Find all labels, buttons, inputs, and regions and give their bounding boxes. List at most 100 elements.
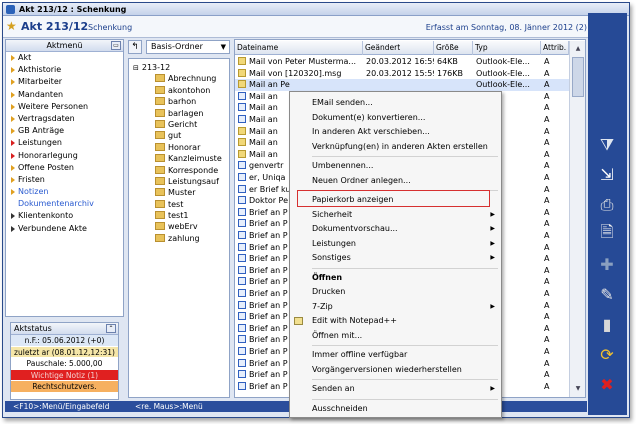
- scroll-thumb[interactable]: [572, 57, 584, 97]
- tree-folder[interactable]: Kanzleimuste: [129, 153, 229, 164]
- tree-folder[interactable]: Abrechnung: [129, 73, 229, 84]
- edit-icon[interactable]: ✎: [596, 285, 618, 305]
- column-header[interactable]: Typ: [473, 41, 541, 55]
- file-attr-cell: A: [544, 80, 550, 90]
- star-icon[interactable]: ★: [6, 19, 17, 33]
- context-menu-item[interactable]: Verknüpfung(en) in anderen Akten erstell…: [290, 140, 501, 154]
- column-header[interactable]: Attrib.: [541, 41, 569, 55]
- menu-item[interactable]: Verbundene Akte: [6, 223, 123, 235]
- close-icon[interactable]: ✖: [596, 375, 618, 395]
- tree-folder[interactable]: barlagen: [129, 108, 229, 119]
- tree-folder[interactable]: Korresponde: [129, 165, 229, 176]
- context-menu-item[interactable]: Drucken: [290, 285, 501, 299]
- context-menu-item[interactable]: Leistungen ▶: [290, 237, 501, 251]
- menu-item-label: Weitere Personen: [18, 101, 89, 111]
- tree-folder[interactable]: barhon: [129, 96, 229, 107]
- menu-separator: [312, 156, 498, 157]
- context-menu-item[interactable]: Öffnen: [290, 271, 501, 285]
- file-row[interactable]: Mail von Peter Musterma... 20.03.2012 16:…: [235, 56, 569, 68]
- file-row[interactable]: Mail an Pe Outlook-Ele... A: [235, 79, 569, 91]
- menu-item-label: Vertragsdaten: [18, 113, 75, 123]
- tree-folder[interactable]: Muster: [129, 187, 229, 198]
- menu-item[interactable]: Fristen: [6, 174, 123, 186]
- context-menu-item[interactable]: EMail senden...: [290, 96, 501, 110]
- menu-item[interactable]: GB Anträge: [6, 125, 123, 137]
- add-icon[interactable]: ✚: [596, 255, 618, 275]
- context-menu-label: Vorgängerversionen wiederherstellen: [312, 364, 462, 374]
- scroll-down-icon[interactable]: ▼: [572, 383, 584, 395]
- menu-item[interactable]: Dokumentenarchiv: [6, 198, 123, 210]
- folder-icon: [155, 233, 165, 242]
- file-name: Mail an: [249, 115, 278, 124]
- menu-item[interactable]: Offene Posten: [6, 162, 123, 174]
- context-menu-item[interactable]: Immer offline verfügbar: [290, 348, 501, 362]
- vertical-scrollbar[interactable]: ▲ ▼: [569, 41, 585, 397]
- delete-icon[interactable]: ▮: [596, 315, 618, 335]
- menu-separator: [312, 398, 498, 400]
- context-menu-item[interactable]: Senden an ▶: [290, 382, 501, 396]
- context-menu-item[interactable]: Sicherheit ▶: [290, 208, 501, 222]
- file-changed-cell: 20.03.2012 16:59: [366, 57, 434, 66]
- folder-toolbar: ↰ Basis-Ordner ▼: [128, 39, 230, 56]
- file-name-cell: Mail an Pe: [238, 79, 363, 90]
- context-menu-label: Öffnen: [312, 272, 343, 282]
- menu-item[interactable]: Notizen: [6, 186, 123, 198]
- menu-item[interactable]: Klientenkonto: [6, 210, 123, 222]
- folder-icon: [155, 74, 165, 83]
- word-file-icon: [238, 381, 246, 390]
- column-header[interactable]: Größe: [434, 41, 473, 55]
- menu-item[interactable]: Honorarlegung: [6, 150, 123, 162]
- tree-folder[interactable]: Gericht: [129, 119, 229, 130]
- column-header[interactable]: Dateiname: [235, 41, 363, 55]
- context-menu-item[interactable]: In anderen Akt verschieben...: [290, 125, 501, 139]
- collapse-icon[interactable]: ⊟: [133, 64, 139, 72]
- folder-icon: [155, 199, 165, 208]
- context-menu-item[interactable]: Öffnen mit...: [290, 329, 501, 343]
- column-header[interactable]: Geändert: [363, 41, 434, 55]
- context-menu-item[interactable]: Neuen Ordner anlegen...: [290, 174, 501, 188]
- collapse-button[interactable]: ⌃: [106, 324, 116, 333]
- tree-folder[interactable]: test: [129, 199, 229, 210]
- context-menu-item[interactable]: Dokumentvorschau... ▶: [290, 222, 501, 236]
- tree-folder[interactable]: Leistungsauf: [129, 176, 229, 187]
- print-icon[interactable]: ⎙: [596, 195, 618, 215]
- menu-item[interactable]: Mitarbeiter: [6, 76, 123, 88]
- word-file-icon: [238, 219, 246, 228]
- word-file-icon: [238, 242, 246, 251]
- scroll-up-icon[interactable]: ▲: [572, 43, 584, 55]
- refresh-icon[interactable]: ⟳: [596, 345, 618, 365]
- file-name-cell: Mail von Peter Musterma...: [238, 56, 363, 67]
- menu-item[interactable]: Weitere Personen: [6, 101, 123, 113]
- folder-label: Leistungsauf: [168, 176, 219, 186]
- menu-item[interactable]: Akthistorie: [6, 64, 123, 76]
- filter-icon[interactable]: ⧩: [596, 135, 618, 155]
- menu-item[interactable]: Vertragsdaten: [6, 113, 123, 125]
- submenu-arrow-icon: ▶: [490, 385, 495, 392]
- tree-folder[interactable]: gut: [129, 130, 229, 141]
- menu-item[interactable]: Akt: [6, 52, 123, 64]
- document-icon[interactable]: 🗎: [596, 222, 618, 242]
- tree-folder[interactable]: zahlung: [129, 233, 229, 244]
- akt-subject: Schenkung: [88, 23, 133, 32]
- context-menu-item[interactable]: Sonstiges ▶: [290, 251, 501, 265]
- menu-item[interactable]: Leistungen: [6, 137, 123, 149]
- panel-toggle-button[interactable]: ▭: [111, 41, 121, 50]
- folder-label: Gericht: [168, 119, 198, 129]
- context-menu-item[interactable]: Ausschneiden: [290, 402, 501, 416]
- menu-item[interactable]: Mandanten: [6, 89, 123, 101]
- folder-up-button[interactable]: ↰: [128, 40, 142, 54]
- export-icon[interactable]: ⇲: [596, 165, 618, 185]
- context-menu-item[interactable]: Vorgängerversionen wiederherstellen: [290, 363, 501, 377]
- base-folder-select[interactable]: Basis-Ordner ▼: [146, 40, 230, 54]
- tree-folder[interactable]: Honorar: [129, 142, 229, 153]
- context-menu-item[interactable]: 7-Zip ▶: [290, 300, 501, 314]
- file-name: Mail von [120320].msg: [249, 68, 342, 78]
- file-row[interactable]: Mail von [120320].msg 20.03.2012 15:59 176…: [235, 68, 569, 80]
- tree-folder[interactable]: test1: [129, 210, 229, 221]
- tree-folder[interactable]: webErv: [129, 221, 229, 232]
- context-menu-item[interactable]: Dokument(e) konvertieren...: [290, 111, 501, 125]
- context-menu-item[interactable]: Umbenennen...: [290, 159, 501, 173]
- tree-root[interactable]: ⊟ 213-12: [129, 62, 229, 73]
- context-menu-item[interactable]: Edit with Notepad++: [290, 314, 501, 328]
- tree-folder[interactable]: akontohon: [129, 85, 229, 96]
